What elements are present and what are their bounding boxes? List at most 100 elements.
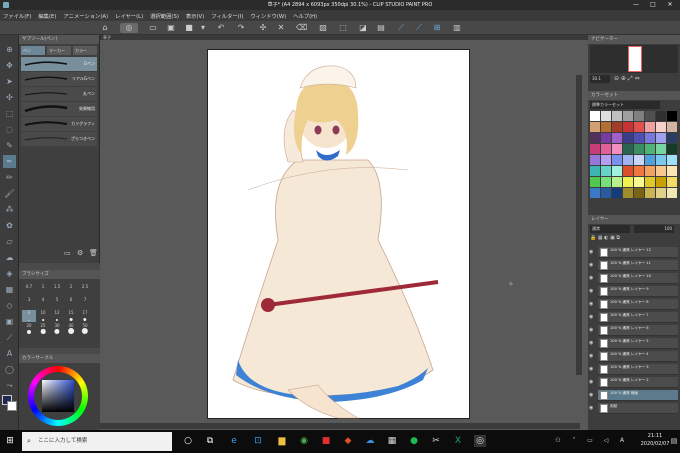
canvas-area[interactable]: 草子 + [100,35,588,430]
tab-marker[interactable]: マーカー [47,46,71,55]
brush-size-option[interactable]: 10 [36,310,50,322]
menu-filter[interactable]: フィルター(I) [211,12,243,20]
navigator-preview[interactable] [590,45,678,73]
excel-icon[interactable]: X [452,435,464,447]
menu-view[interactable]: 表示(V) [186,12,204,20]
grid-snap-icon[interactable]: ⊞ [432,23,442,33]
brush-size-option[interactable]: 1 [36,284,50,296]
brush-size-option[interactable]: 17 [78,310,92,322]
deselect-icon[interactable]: ⬚ [338,23,348,33]
tray-people-icon[interactable]: ⚇ [552,435,564,447]
layer-row[interactable]: ◉ 100 % 通常 レイヤー 5 [589,338,678,349]
color-swatch[interactable] [645,166,655,176]
color-swatch[interactable] [634,188,644,198]
text-tool-icon[interactable]: A [3,347,16,360]
color-swatch[interactable] [656,111,666,121]
color-swatch[interactable] [667,111,677,121]
windows-start-icon[interactable]: ⊞ [4,435,16,447]
color-swatch[interactable] [656,133,666,143]
brush-size-option[interactable]: 4 [36,297,50,309]
brush-size-option[interactable]: 20 [22,323,36,335]
color-swatch[interactable] [667,155,677,165]
eye-icon[interactable]: ◉ [589,392,596,399]
brush-tool-icon[interactable]: 🖌 [3,187,16,200]
zoom-value[interactable]: 30.1 [590,75,610,83]
horizontal-scrollbar[interactable] [100,423,580,429]
layer-row[interactable]: ◉ 100 % 通常 レイヤー 10 [589,273,678,284]
taskbar-search-input[interactable]: ここに入力して検索 [22,432,172,451]
selection-tool-icon[interactable]: ⬚ [3,107,16,120]
new-subtool-icon[interactable]: ▭ [64,249,71,257]
layer-row[interactable]: ◉ 100 % 通常 レイヤー 2 [589,377,678,388]
layer-row[interactable]: ◉ 100 % 通常 レイヤー 8 [589,299,678,310]
brush-size-option[interactable]: 8 [22,310,36,322]
dropdown-icon[interactable]: ▾ [198,23,208,33]
move-tool-icon[interactable]: ✥ [3,59,16,72]
special-ruler-icon[interactable]: ⟋ [414,23,424,33]
brush-size-option[interactable]: 40 [64,323,78,335]
operation-tool-icon[interactable]: ➤ [3,75,16,88]
color-swatch[interactable] [634,155,644,165]
airbrush-tool-icon[interactable]: ⁂ [3,203,16,216]
redo-icon[interactable]: ↷ [236,23,246,33]
brush-item-effect-line[interactable]: 効果線用 [21,102,97,116]
color-swatch[interactable] [645,188,655,198]
menu-animation[interactable]: アニメーション(A) [63,12,108,20]
color-swatch[interactable] [667,166,677,176]
tab-color[interactable]: カラー [73,46,97,55]
undo-icon[interactable]: ↶ [216,23,226,33]
eye-icon[interactable]: ◉ [589,327,596,334]
drawing-canvas[interactable] [207,49,470,419]
blend-mode-select[interactable]: 通常 [590,225,630,233]
line-correction-icon[interactable]: ⤳ [3,379,16,392]
brush-item-real-g-pen[interactable]: リアルGペン [21,72,97,86]
new-file-icon[interactable]: ▭ [148,23,158,33]
brush-size-option[interactable]: 2 [64,284,78,296]
blend-tool-icon[interactable]: ☁ [3,251,16,264]
brush-size-option[interactable]: 1.5 [50,284,64,296]
layer-move-icon[interactable]: ✣ [3,91,16,104]
invert-selection-icon[interactable]: ◪ [358,23,368,33]
color-swatch[interactable] [601,133,611,143]
canvas-tab[interactable]: 草子 [103,35,111,41]
color-swatch[interactable] [667,144,677,154]
color-swatch[interactable] [612,133,622,143]
color-swatch[interactable] [612,166,622,176]
vertical-scrollbar[interactable] [576,75,582,375]
brush-size-option[interactable]: 6 [64,297,78,309]
color-swatch[interactable] [645,144,655,154]
brush-size-option[interactable]: 12 [50,310,64,322]
gradient-tool-icon[interactable]: ▦ [3,283,16,296]
brush-size-option[interactable]: 2.5 [78,284,92,296]
task-view-icon[interactable]: ⧉ [204,435,216,447]
color-swatch[interactable] [623,166,633,176]
color-swatch[interactable] [590,133,600,143]
color-swatch[interactable] [656,188,666,198]
brush-size-option[interactable]: 15 [64,310,78,322]
color-swatch[interactable] [645,155,655,165]
brush-item-maru-pen[interactable]: 丸ペン [21,87,97,101]
app-icon-red[interactable]: ■ [320,435,332,447]
brush-size-option[interactable]: 50 [78,323,92,335]
brush-item-calligraphy[interactable]: カリグラフィ [21,117,97,131]
eraser-tool-icon[interactable]: ▱ [3,235,16,248]
layer-row[interactable]: ◉ 100 % 通常 レイヤー 9 [589,286,678,297]
eraser-icon[interactable]: ⌫ [296,23,307,33]
eye-icon[interactable]: ◉ [589,405,596,412]
edge-icon[interactable]: e [228,435,240,447]
color-swatch[interactable] [667,133,677,143]
colorset-selector[interactable]: 標準カラーセット [590,101,660,109]
color-swatch[interactable] [623,155,633,165]
brush-item-rough-pen[interactable]: ざらつきペン [21,132,97,146]
color-swatch[interactable] [656,144,666,154]
menu-file[interactable]: ファイル(F) [3,12,31,20]
figure-tool-icon[interactable]: ◇ [3,299,16,312]
app-icon-orange[interactable]: ◆ [342,435,354,447]
color-swatch[interactable] [645,177,655,187]
color-swatch[interactable] [667,188,677,198]
color-swatch[interactable] [612,177,622,187]
color-swatch[interactable] [601,188,611,198]
layer-row[interactable]: ◉ 100 % 通常 レイヤー 6 [589,325,678,336]
color-swatch[interactable] [623,122,633,132]
menu-layer[interactable]: レイヤー(L) [115,12,143,20]
